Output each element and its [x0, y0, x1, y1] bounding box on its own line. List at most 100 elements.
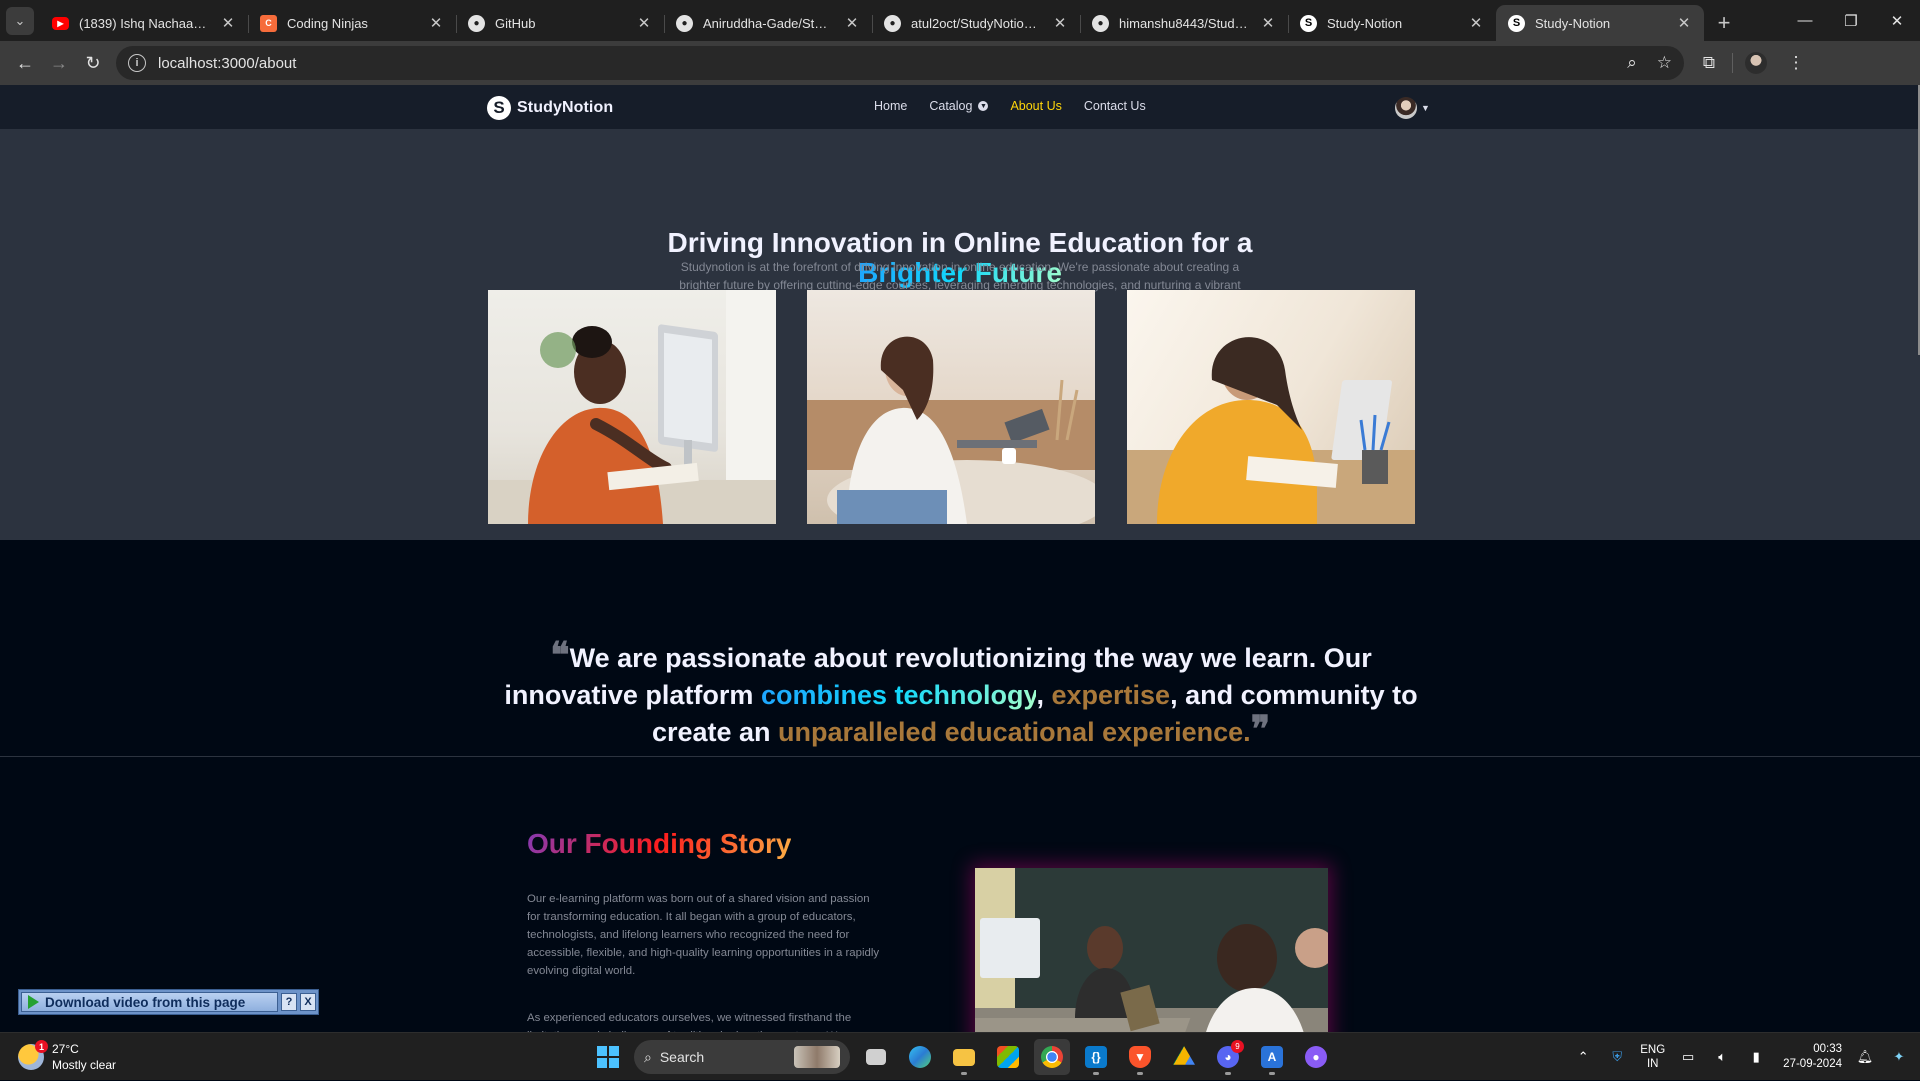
browser-tab[interactable]: S Study-Notion ✕	[1288, 5, 1496, 41]
profile-dropdown[interactable]: ▼	[1395, 97, 1430, 119]
browser-tab[interactable]: ● atul2oct/StudyNotion-Ed ✕	[872, 5, 1080, 41]
back-icon[interactable]: ←	[8, 46, 42, 80]
folder-icon	[953, 1048, 975, 1066]
brave-icon: ▼	[1129, 1046, 1151, 1068]
download-video-button[interactable]: Download video from this page	[21, 992, 278, 1012]
play-icon	[28, 995, 39, 1009]
weather-temperature: 27°C	[52, 1042, 79, 1056]
close-tab-icon[interactable]: ✕	[1052, 14, 1068, 32]
vscode-icon: {}	[1085, 1046, 1107, 1068]
zoom-icon[interactable]: ⌕	[1627, 53, 1637, 73]
start-button[interactable]	[590, 1039, 626, 1075]
site-navbar: S StudyNotion Home Catalog ▼ About Us Co…	[0, 85, 1920, 130]
hero-image-student-with-laptop	[807, 290, 1095, 524]
tab-title: Study-Notion	[1535, 15, 1611, 31]
discord-app[interactable]: ◕ 9	[1210, 1039, 1246, 1075]
chrome-app[interactable]	[1034, 1039, 1070, 1075]
language-region: IN	[1646, 1058, 1659, 1070]
tab-title: Coding Ninjas	[287, 15, 368, 31]
language-indicator[interactable]: ENG IN	[1640, 1043, 1665, 1071]
extensions-icon[interactable]: ⧉	[1692, 46, 1726, 80]
caret-down-icon: ▼	[1421, 103, 1430, 113]
url-text[interactable]: localhost:3000/about	[158, 55, 1607, 72]
close-tab-icon[interactable]: ✕	[428, 14, 444, 32]
close-tab-icon[interactable]: ✕	[1468, 14, 1484, 32]
help-icon[interactable]: ?	[281, 993, 297, 1011]
browser-tab[interactable]: ● himanshu8443/Study-No ✕	[1080, 5, 1288, 41]
close-tab-icon[interactable]: ✕	[636, 14, 652, 32]
site-info-icon[interactable]: i	[128, 54, 146, 72]
taskbar-search[interactable]: ⌕ Search	[634, 1040, 850, 1074]
tab-title: himanshu8443/Study-No	[1119, 15, 1250, 31]
page-viewport: S StudyNotion Home Catalog ▼ About Us Co…	[0, 85, 1920, 1032]
tab-search-button[interactable]: ⌄	[6, 7, 34, 35]
tab-title: Study-Notion	[1327, 15, 1403, 31]
nav-catalog-label: Catalog	[929, 99, 973, 113]
github-icon: ●	[884, 14, 901, 32]
close-icon[interactable]: X	[300, 993, 316, 1011]
edge-app[interactable]	[902, 1039, 938, 1075]
chrome-icon	[1041, 1046, 1063, 1068]
browser-tab-strip: ⌄ ▶ (1839) Ishq Nachaawe - K ✕ C Coding …	[0, 0, 1920, 41]
browser-tab[interactable]: C Coding Ninjas ✕	[248, 5, 456, 41]
task-view-button[interactable]	[858, 1039, 894, 1075]
hero-description: Studynotion is at the forefront of drivi…	[679, 260, 1241, 292]
browser-tab[interactable]: ● GitHub ✕	[456, 5, 664, 41]
brave-app[interactable]: ▼	[1122, 1039, 1158, 1075]
logo-mark-icon: S	[487, 96, 511, 120]
weather-widget[interactable]: 1 27°C Mostly clear	[18, 1040, 116, 1073]
drive-app[interactable]	[1166, 1039, 1202, 1075]
bookmark-star-icon[interactable]: ☆	[1657, 53, 1672, 73]
browser-tab-active[interactable]: S Study-Notion ✕	[1496, 5, 1704, 41]
browser-tab[interactable]: ● Aniruddha-Gade/Study-N ✕	[664, 5, 872, 41]
browser-tab[interactable]: ▶ (1839) Ishq Nachaawe - K ✕	[40, 5, 248, 41]
close-window-icon[interactable]: ✕	[1874, 0, 1920, 41]
github-icon: ●	[468, 14, 485, 32]
weather-icon: 1	[18, 1040, 48, 1070]
close-tab-icon[interactable]: ✕	[844, 14, 860, 32]
close-tab-icon[interactable]: ✕	[1260, 14, 1276, 32]
volume-icon[interactable]: 🔈︎	[1711, 1046, 1733, 1068]
notification-bell-icon[interactable]: 🔔︎	[1854, 1046, 1876, 1068]
microsoft-store-app[interactable]	[990, 1039, 1026, 1075]
github-icon: ●	[1092, 14, 1109, 32]
restore-icon[interactable]: ❐	[1828, 0, 1874, 41]
minimize-icon[interactable]: —	[1782, 0, 1828, 41]
close-tab-icon[interactable]: ✕	[1676, 14, 1692, 32]
close-tab-icon[interactable]: ✕	[220, 14, 236, 32]
discord-notification-badge: 9	[1231, 1040, 1244, 1053]
chevron-up-icon[interactable]: ⌃	[1572, 1046, 1594, 1068]
taskbar-search-placeholder: Search	[659, 1049, 705, 1065]
coding-ninjas-icon: C	[260, 14, 277, 32]
new-tab-button[interactable]: +	[1708, 7, 1740, 39]
tab-title: (1839) Ishq Nachaawe - K	[79, 15, 210, 31]
nav-contact-link[interactable]: Contact Us	[1084, 99, 1146, 113]
nav-about-link[interactable]: About Us	[1010, 99, 1061, 113]
profile-avatar-icon[interactable]	[1739, 46, 1773, 80]
open-quote-icon: ❝	[550, 634, 570, 676]
mission-quote-section: ❝We are passionate about revolutionizing…	[0, 540, 1920, 757]
copilot-icon[interactable]: ✦	[1888, 1046, 1910, 1068]
nav-catalog-dropdown[interactable]: Catalog ▼	[929, 99, 989, 113]
network-icon[interactable]: ▭	[1677, 1046, 1699, 1068]
browser-menu-icon[interactable]: ⋮	[1779, 46, 1813, 80]
browser-toolbar: ← → ↻ i localhost:3000/about ⌕ ☆ ⧉ ⋮	[0, 41, 1920, 85]
battery-icon[interactable]: ▮	[1745, 1046, 1767, 1068]
site-logo[interactable]: S StudyNotion	[487, 96, 613, 120]
reload-icon[interactable]: ↻	[76, 46, 110, 80]
nav-home-link[interactable]: Home	[874, 99, 907, 113]
vscode-app[interactable]: {}	[1078, 1039, 1114, 1075]
quote-highlight-technology: combines technology	[760, 680, 1037, 710]
hero-title-line: Driving Innovation in Online Education f…	[667, 227, 1253, 258]
defender-icon[interactable]: ⛨	[1606, 1046, 1628, 1068]
store-icon	[997, 1046, 1019, 1068]
hero-image-student-writing	[1127, 290, 1415, 524]
clock[interactable]: 00:33 27-09-2024	[1783, 1042, 1842, 1072]
quote-highlight-experience: unparalleled educational experience.	[778, 717, 1251, 747]
github-desktop-app[interactable]: ●	[1298, 1039, 1334, 1075]
file-explorer-app[interactable]	[946, 1039, 982, 1075]
azure-data-studio-app[interactable]: A	[1254, 1039, 1290, 1075]
toolbar-divider	[1732, 53, 1733, 73]
address-bar[interactable]: i localhost:3000/about ⌕ ☆	[116, 46, 1684, 80]
forward-icon[interactable]: →	[42, 46, 76, 80]
